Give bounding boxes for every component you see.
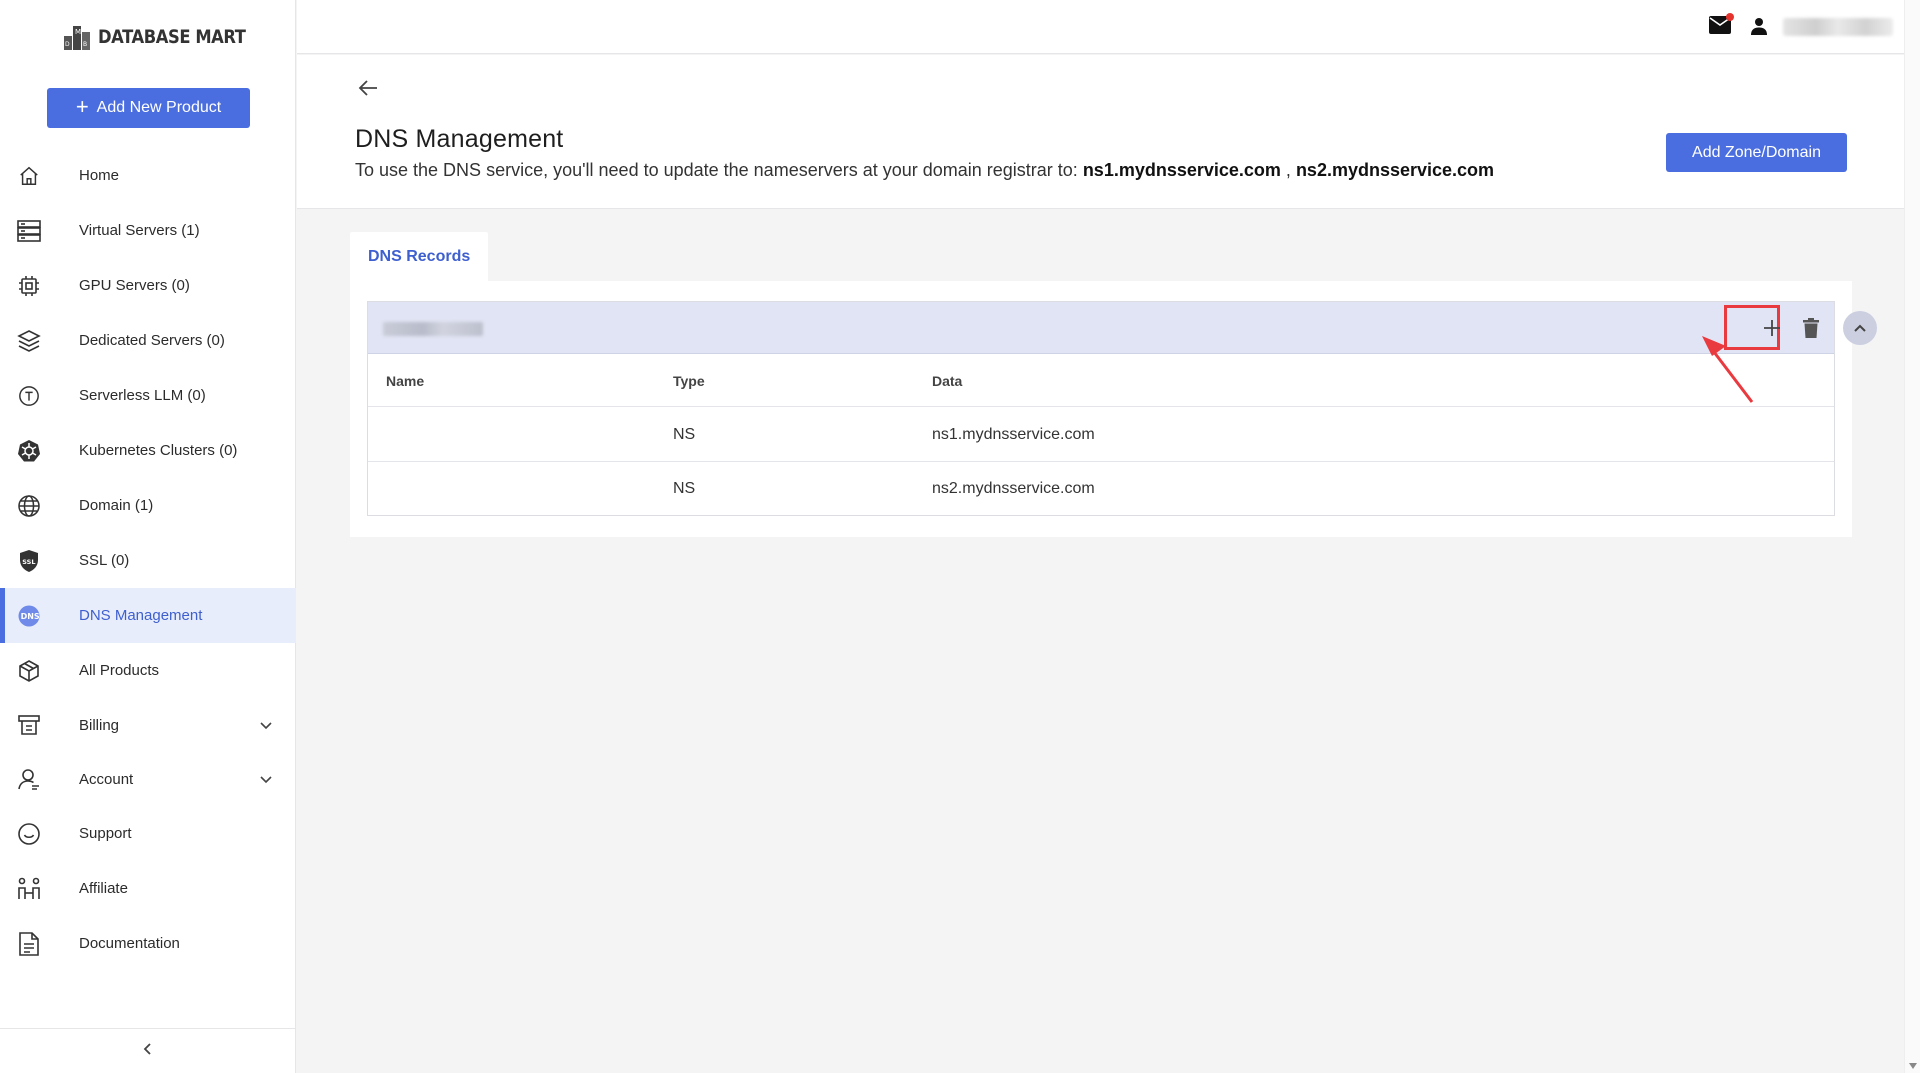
home-icon: [16, 163, 42, 189]
sidebar-item-dedicated-servers[interactable]: Dedicated Servers (0): [0, 313, 296, 368]
kubernetes-icon: [16, 438, 42, 464]
nameserver-1: ns1.mydnsservice.com: [1082, 160, 1281, 180]
sidebar-item-virtual-servers[interactable]: Virtual Servers (1): [0, 203, 296, 258]
nameserver-instructions: To use the DNS service, you'll need to u…: [355, 160, 1495, 180]
record-type: NS: [673, 480, 696, 497]
chevron-down-icon[interactable]: [258, 717, 274, 733]
column-header-data[interactable]: Data: [932, 355, 962, 406]
trash-icon: [1803, 318, 1819, 338]
sidebar-item-account[interactable]: Account: [0, 752, 296, 806]
tab-dns-records[interactable]: DNS Records: [350, 232, 489, 282]
sidebar-item-serverless-llm[interactable]: Serverless LLM (0): [0, 368, 296, 423]
user-icon[interactable]: [1750, 17, 1768, 40]
svg-text:B: B: [83, 41, 87, 48]
sidebar-item-support[interactable]: Support: [0, 806, 296, 861]
record-type: NS: [673, 425, 696, 443]
document-icon: [16, 931, 42, 957]
top-bar: [297, 0, 1904, 54]
billing-icon: [16, 712, 42, 738]
notification-dot: [1726, 13, 1734, 21]
add-record-button[interactable]: [1751, 307, 1793, 349]
column-header-name[interactable]: Name: [386, 355, 424, 406]
chevron-down-icon[interactable]: [258, 771, 274, 787]
dns-records-card: Name Type Data NS ns1.mydnsservice.com N…: [350, 281, 1877, 537]
llm-icon: [16, 383, 42, 409]
sidebar: M D B DATABASE MART + Add New Product Ho…: [0, 0, 296, 1073]
svg-text:D: D: [65, 41, 70, 48]
account-icon: [16, 766, 42, 792]
zone-name-redacted: [383, 322, 483, 336]
zone-header[interactable]: [368, 302, 1877, 354]
chip-icon: [16, 273, 42, 299]
zone-panel: Name Type Data NS ns1.mydnsservice.com N…: [367, 301, 1877, 516]
records-table-header: Name Type Data: [368, 355, 1834, 407]
page-title: DNS Management: [355, 125, 564, 153]
affiliate-icon: [16, 876, 42, 902]
dns-icon: DNS: [16, 603, 42, 629]
nameserver-2: ns2.mydnsservice.com: [1295, 160, 1495, 180]
add-new-product-button[interactable]: + Add New Product: [47, 88, 250, 128]
sidebar-item-dns-management[interactable]: DNS DNS Management: [0, 588, 296, 643]
record-data: ns1.mydnsservice.com: [932, 425, 1095, 443]
chevron-left-icon[interactable]: [141, 1042, 155, 1061]
column-header-type[interactable]: Type: [673, 355, 705, 406]
plus-icon: [1764, 320, 1780, 336]
user-name-redacted[interactable]: [1783, 18, 1893, 36]
sidebar-item-affiliate[interactable]: Affiliate: [0, 861, 296, 916]
sidebar-item-kubernetes-clusters[interactable]: Kubernetes Clusters (0): [0, 423, 296, 478]
sidebar-item-gpu-servers[interactable]: GPU Servers (0): [0, 258, 296, 313]
sidebar-item-documentation[interactable]: Documentation: [0, 916, 296, 971]
sidebar-item-home[interactable]: Home: [0, 148, 296, 203]
arrow-left-icon: [358, 80, 377, 96]
support-icon: [16, 821, 42, 847]
layers-icon: [16, 328, 42, 354]
add-new-product-label: Add New Product: [96, 99, 222, 116]
svg-text:DNS: DNS: [21, 612, 40, 621]
globe-icon: [16, 493, 42, 519]
chevron-up-icon: [1854, 324, 1866, 332]
tab-strip: DNS Records: [350, 232, 489, 282]
mail-icon[interactable]: [1709, 13, 1734, 36]
add-zone-domain-button[interactable]: Add Zone/Domain: [1666, 133, 1847, 172]
sidebar-item-ssl[interactable]: SSL SSL (0): [0, 533, 296, 588]
page-header: DNS Management To use the DNS service, y…: [297, 55, 1904, 209]
table-row[interactable]: NS ns1.mydnsservice.com: [368, 408, 1834, 462]
database-mart-logo-icon: M D B: [62, 22, 92, 52]
svg-text:M: M: [75, 28, 81, 36]
sidebar-item-all-products[interactable]: All Products: [0, 643, 296, 698]
ssl-icon: SSL: [16, 548, 42, 574]
svg-text:SSL: SSL: [22, 558, 35, 566]
sidebar-item-billing[interactable]: Billing: [0, 698, 296, 752]
cube-icon: [16, 658, 42, 684]
collapse-zone-button[interactable]: [1843, 311, 1877, 345]
delete-zone-button[interactable]: [1799, 314, 1823, 342]
sidebar-item-domain[interactable]: Domain (1): [0, 478, 296, 533]
server-stack-icon: [16, 218, 42, 244]
sidebar-nav: Home Virtual Servers (1) GPU Servers (0)…: [0, 148, 296, 971]
back-button[interactable]: [356, 77, 380, 101]
record-data: ns2.mydnsservice.com: [932, 480, 1095, 497]
brand-name: DATABASE MART: [98, 26, 246, 48]
sidebar-collapse-bar[interactable]: [0, 1028, 296, 1073]
scroll-down-icon[interactable]: [1909, 1063, 1917, 1069]
vertical-scrollbar[interactable]: [1904, 0, 1920, 1073]
plus-icon: +: [75, 94, 89, 119]
brand-logo[interactable]: M D B DATABASE MART: [62, 20, 270, 54]
table-row[interactable]: NS ns2.mydnsservice.com: [368, 462, 1834, 516]
